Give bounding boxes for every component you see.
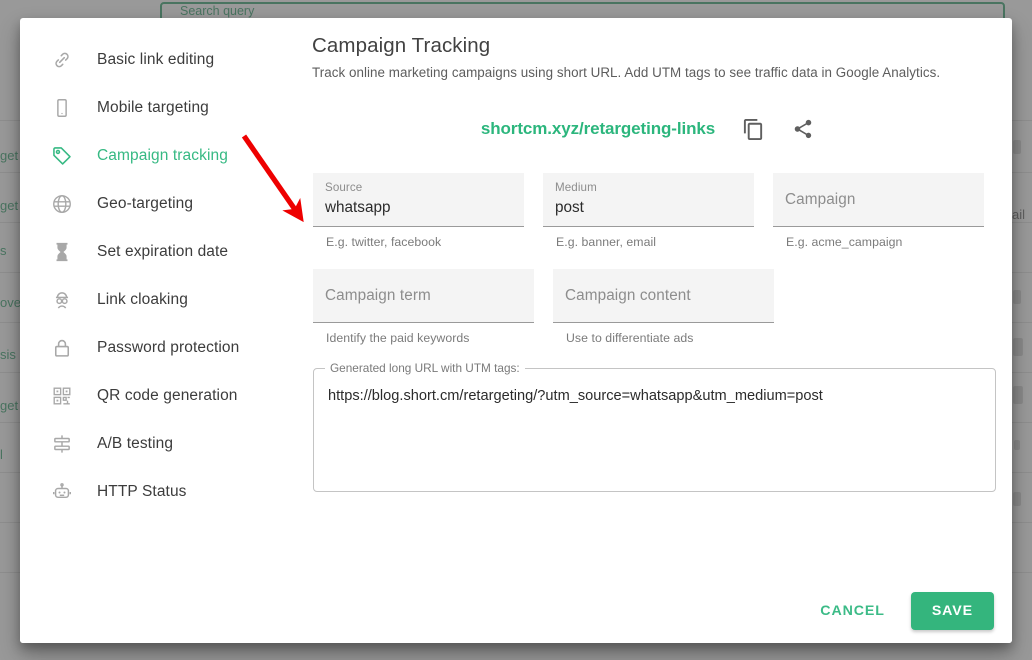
settings-sidebar: Basic link editing Mobile targeting Campai…	[20, 18, 292, 579]
sidebar-item-geo-targeting[interactable]: Geo-targeting	[20, 180, 292, 228]
link-settings-modal: Basic link editing Mobile targeting Campai…	[20, 18, 1012, 643]
sidebar-item-label: Link cloaking	[97, 291, 188, 309]
ab-testing-icon	[50, 432, 74, 456]
qr-code-icon	[50, 384, 74, 408]
utm-field-column: Mediumpost E.g. banner, email	[543, 173, 754, 249]
sidebar-item-mobile-targeting[interactable]: Mobile targeting	[20, 84, 292, 132]
medium-input[interactable]: Mediumpost	[543, 173, 754, 227]
utm-field-column: Sourcewhatsapp E.g. twitter, facebook	[313, 173, 524, 249]
utm-field-column: Campaign term Identify the paid keywords	[313, 269, 534, 345]
page-subtitle: Track online marketing campaigns using s…	[312, 65, 984, 80]
source-value: whatsapp	[325, 196, 512, 220]
sidebar-item-set-expiration-date[interactable]: Set expiration date	[20, 228, 292, 276]
mobile-icon	[50, 96, 74, 120]
utm-field-column: Campaign E.g. acme_campaign	[773, 173, 984, 249]
sidebar-item-label: Mobile targeting	[97, 99, 209, 117]
copy-icon[interactable]	[741, 117, 765, 141]
campaign-term-hint: Identify the paid keywords	[313, 331, 534, 345]
medium-label: Medium	[555, 180, 742, 196]
campaign-content-hint: Use to differentiate ads	[553, 331, 774, 345]
cancel-button[interactable]: CANCEL	[808, 593, 897, 629]
robot-icon	[50, 480, 74, 504]
sidebar-item-label: Geo-targeting	[97, 195, 193, 213]
campaign-term-placeholder: Campaign term	[325, 287, 431, 305]
campaign-term-input[interactable]: Campaign term	[313, 269, 534, 323]
medium-hint: E.g. banner, email	[543, 235, 754, 249]
campaign-content-placeholder: Campaign content	[565, 287, 691, 305]
sidebar-item-basic-link-editing[interactable]: Basic link editing	[20, 36, 292, 84]
short-url-row: shortcm.xyz/retargeting-links	[312, 117, 984, 141]
campaign-placeholder: Campaign	[785, 191, 856, 209]
sidebar-item-qr-code-generation[interactable]: QR code generation	[20, 372, 292, 420]
source-label: Source	[325, 180, 512, 196]
sidebar-item-link-cloaking[interactable]: Link cloaking	[20, 276, 292, 324]
sidebar-item-label: Campaign tracking	[97, 147, 228, 165]
hourglass-icon	[50, 240, 74, 264]
sidebar-item-label: QR code generation	[97, 387, 238, 405]
campaign-input[interactable]: Campaign	[773, 173, 984, 227]
sidebar-item-campaign-tracking[interactable]: Campaign tracking	[20, 132, 292, 180]
utm-field-column: Campaign content Use to differentiate ads	[553, 269, 774, 345]
utm-fields-row-1: Sourcewhatsapp E.g. twitter, facebook Medi…	[312, 173, 984, 249]
source-input[interactable]: Sourcewhatsapp	[313, 173, 524, 227]
source-hint: E.g. twitter, facebook	[313, 235, 524, 249]
campaign-tracking-panel: Campaign Tracking Track online marketing…	[292, 18, 1012, 579]
lock-icon	[50, 336, 74, 360]
globe-icon	[50, 192, 74, 216]
spy-icon	[50, 288, 74, 312]
campaign-content-input[interactable]: Campaign content	[553, 269, 774, 323]
generated-long-url-field[interactable]: Generated long URL with UTM tags: https:…	[313, 368, 996, 492]
utm-fields-row-2: Campaign termIdentify the paid keywordsC…	[312, 269, 984, 345]
link-icon	[50, 48, 74, 72]
sidebar-item-label: Basic link editing	[97, 51, 214, 69]
short-url-text[interactable]: shortcm.xyz/retargeting-links	[481, 119, 715, 139]
modal-footer: CANCEL SAVE	[20, 579, 1012, 643]
sidebar-item-label: Password protection	[97, 339, 239, 357]
sidebar-item-http-status[interactable]: HTTP Status	[20, 468, 292, 516]
save-button[interactable]: SAVE	[911, 592, 994, 630]
page-title: Campaign Tracking	[312, 34, 984, 58]
medium-value: post	[555, 196, 742, 220]
sidebar-item-label: Set expiration date	[97, 243, 228, 261]
share-icon[interactable]	[791, 117, 815, 141]
sidebar-item-label: A/B testing	[97, 435, 173, 453]
sidebar-item-a-b-testing[interactable]: A/B testing	[20, 420, 292, 468]
sidebar-item-password-protection[interactable]: Password protection	[20, 324, 292, 372]
campaign-hint: E.g. acme_campaign	[773, 235, 984, 249]
modal-body: Basic link editing Mobile targeting Campai…	[20, 18, 1012, 579]
sidebar-item-label: HTTP Status	[97, 483, 187, 501]
tag-icon	[50, 144, 74, 168]
generated-long-url-label: Generated long URL with UTM tags:	[325, 361, 525, 375]
